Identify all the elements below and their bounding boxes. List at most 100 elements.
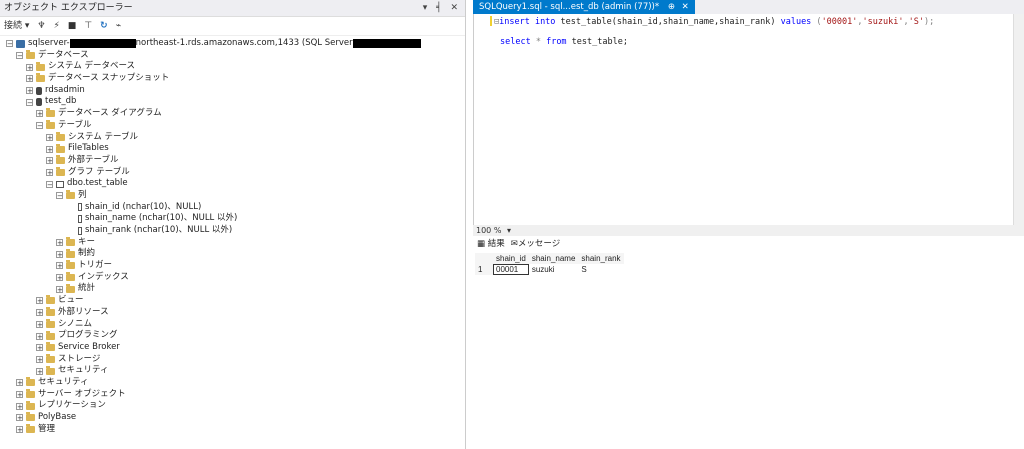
expand-icon[interactable]: + <box>56 285 63 293</box>
pin-icon[interactable]: ⊕ <box>668 2 675 12</box>
row-number[interactable]: 1 <box>475 264 493 275</box>
tree-node[interactable]: shain_name (nchar(10)、NULL 以外) <box>0 213 465 225</box>
connect-plug-icon[interactable]: ♆ <box>37 17 45 35</box>
tree-node-label: shain_name (nchar(10)、NULL 以外) <box>85 213 238 224</box>
expand-icon[interactable]: + <box>36 344 43 352</box>
collapse-icon[interactable]: − <box>56 192 63 200</box>
expand-icon[interactable]: + <box>16 402 23 410</box>
expand-icon[interactable]: + <box>36 320 43 328</box>
expand-icon[interactable]: + <box>16 426 23 434</box>
column-header[interactable]: shain_name <box>528 253 579 264</box>
tree-node-label: Service Broker <box>58 341 120 352</box>
expand-icon[interactable]: + <box>56 239 63 247</box>
collapse-icon[interactable]: − <box>46 180 53 188</box>
keyword: from <box>546 37 567 47</box>
tree-node[interactable]: + FileTables <box>0 143 465 155</box>
tree-node[interactable]: + キー <box>0 237 465 249</box>
tree-node[interactable]: + 管理 <box>0 424 465 436</box>
zoom-level[interactable]: 100 % <box>476 226 501 235</box>
collapse-icon[interactable]: − <box>36 122 43 130</box>
tab-results[interactable]: ▦ 結果 <box>477 237 505 251</box>
expand-icon[interactable]: + <box>46 133 53 141</box>
tree-node[interactable]: + サーバー オブジェクト <box>0 389 465 401</box>
tree-node[interactable]: + 外部リソース <box>0 307 465 319</box>
expand-icon[interactable]: + <box>46 145 53 153</box>
tab-sqlquery1[interactable]: SQLQuery1.sql - sql...est_db (admin (77)… <box>473 0 695 14</box>
expand-icon[interactable]: + <box>26 63 33 71</box>
expand-icon[interactable]: + <box>56 262 63 270</box>
tree-node[interactable]: + データベース スナップショット <box>0 73 465 85</box>
expand-icon[interactable]: + <box>36 367 43 375</box>
close-icon[interactable]: ✕ <box>682 2 689 12</box>
expand-icon[interactable]: + <box>36 355 43 363</box>
column-header[interactable]: shain_id <box>493 253 529 264</box>
tree-node[interactable]: + プログラミング <box>0 330 465 342</box>
disconnect-icon[interactable]: ⚡ <box>53 17 59 35</box>
collapse-icon[interactable]: − <box>6 40 13 48</box>
tree-node[interactable]: shain_rank (nchar(10)、NULL 以外) <box>0 225 465 237</box>
expand-icon[interactable]: + <box>36 332 43 340</box>
filter-icon[interactable]: ⊤ <box>84 17 92 35</box>
results-grid[interactable]: shain_id shain_name shain_rank 1 00001 suzuk… <box>475 253 624 275</box>
expand-icon[interactable]: + <box>16 390 23 398</box>
expand-icon[interactable]: + <box>56 250 63 258</box>
expand-icon[interactable]: + <box>56 274 63 282</box>
server-node[interactable]: − sqlserver- northeast-1.rds.amazonaws.c… <box>0 38 465 50</box>
collapse-icon[interactable]: − <box>26 98 33 106</box>
tree-node[interactable]: + レプリケーション <box>0 400 465 412</box>
tab-messages[interactable]: ✉メッセージ <box>511 237 560 251</box>
folder-icon <box>66 237 75 247</box>
tree-node[interactable]: + ビュー <box>0 295 465 307</box>
expand-icon[interactable]: + <box>16 379 23 387</box>
tree-node[interactable]: + トリガー <box>0 260 465 272</box>
tree-node[interactable]: + 統計 <box>0 283 465 295</box>
expand-icon[interactable]: + <box>36 297 43 305</box>
expand-icon[interactable]: + <box>16 414 23 422</box>
tree-node-label: 統計 <box>78 283 96 294</box>
activity-monitor-icon[interactable]: ⌁ <box>116 17 121 35</box>
expand-icon[interactable]: + <box>46 157 53 165</box>
tree-node[interactable]: − test_db <box>0 96 465 108</box>
expand-icon[interactable]: + <box>26 87 33 95</box>
tree-node[interactable]: + PolyBase <box>0 412 465 424</box>
tree-node[interactable]: + rdsadmin <box>0 85 465 97</box>
expand-icon[interactable]: + <box>26 75 33 83</box>
tree-node[interactable]: + システム テーブル <box>0 132 465 144</box>
expand-icon[interactable]: + <box>36 309 43 317</box>
table-row[interactable]: 1 00001 suzuki S <box>475 264 624 275</box>
refresh-icon[interactable]: ↻ <box>100 17 108 35</box>
table-cell[interactable]: S <box>578 264 623 275</box>
panel-window-controls[interactable]: ▾ ╡ ✕ <box>423 0 461 16</box>
tree-node[interactable]: shain_id (nchar(10)、NULL) <box>0 202 465 214</box>
object-explorer-title-bar: オブジェクト エクスプローラー ▾ ╡ ✕ <box>0 0 465 17</box>
table-cell[interactable]: 00001 <box>493 264 529 275</box>
editor-vertical-scrollbar[interactable] <box>1013 14 1024 225</box>
expand-icon[interactable]: + <box>46 168 53 176</box>
tree-node[interactable]: + シノニム <box>0 319 465 331</box>
tree-node[interactable]: − データベース <box>0 50 465 62</box>
code-line-2[interactable]: select * from test_table; <box>500 37 628 47</box>
column-header[interactable]: shain_rank <box>578 253 624 264</box>
tree-node[interactable]: + システム データベース <box>0 61 465 73</box>
collapse-icon[interactable]: − <box>16 52 23 60</box>
tree-node[interactable]: + グラフ テーブル <box>0 167 465 179</box>
connect-button[interactable]: 接続 ▾ <box>4 17 29 35</box>
tree-node[interactable]: − 列 <box>0 190 465 202</box>
tree-node[interactable]: + データベース ダイアグラム <box>0 108 465 120</box>
tree-node[interactable]: − テーブル <box>0 120 465 132</box>
expand-icon[interactable]: + <box>36 110 43 118</box>
tree-node[interactable]: + Service Broker <box>0 342 465 354</box>
tree-node[interactable]: + 制約 <box>0 248 465 260</box>
tree-node[interactable]: − dbo.test_table <box>0 178 465 190</box>
tree-node[interactable]: + セキュリティ <box>0 377 465 389</box>
tree-node[interactable]: + ストレージ <box>0 354 465 366</box>
tree-node[interactable]: + インデックス <box>0 272 465 284</box>
code-line-1[interactable]: ⊟insert into test_table(shain_id,shain_n… <box>494 17 934 27</box>
sql-editor[interactable]: ⊟insert into test_table(shain_id,shain_n… <box>473 14 1024 225</box>
tree-node[interactable]: + セキュリティ <box>0 365 465 377</box>
folder-icon <box>46 120 55 130</box>
stop-icon[interactable]: ■ <box>68 17 77 35</box>
tree-node[interactable]: + 外部テーブル <box>0 155 465 167</box>
table-cell[interactable]: suzuki <box>529 264 579 275</box>
chevron-down-icon[interactable]: ▾ <box>507 226 511 235</box>
